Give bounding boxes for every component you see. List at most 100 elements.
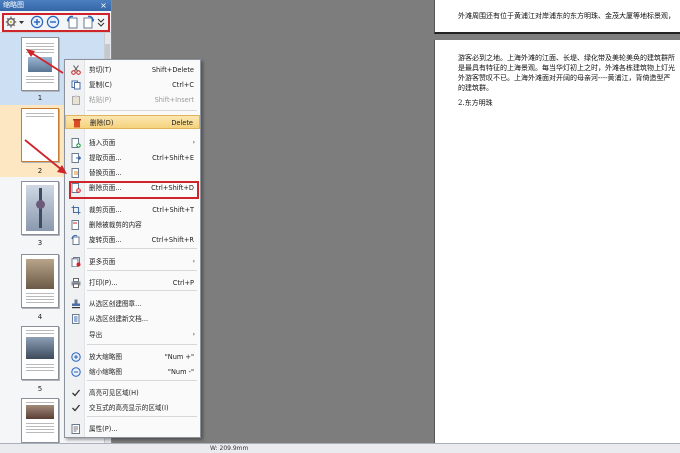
doc-para-line: 的建筑群。 [458,84,493,92]
menu-item-shortcut: "Num +" [164,353,194,361]
baidu-jingyan-watermark: Bai 经验 jingyan.baidu.com [518,384,668,440]
toolbar-highlight-box [2,13,110,32]
menu-item-1[interactable]: 剪切(T) Shift+Delete [65,63,200,77]
menu-item-shortcut: Shift+Delete [151,66,194,74]
submenu-arrow-icon: › [192,331,195,338]
menu-item-label: 交互式的高亮显示的区域(I) [89,404,169,412]
menu-item-5[interactable]: 插入页面 › [65,136,200,150]
menu-item-11[interactable]: 旋转页面... Ctrl+Shift+R [65,233,200,247]
menu-item-label: 裁剪页面... [89,206,122,214]
menu-item-7[interactable]: 替换页面... [65,166,200,180]
menu-item-label: 替换页面... [89,169,122,177]
menu-item-label: 高亮可见区域(H) [89,389,139,397]
menu-item-9[interactable]: 裁剪页面... Ctrl+Shift+T [65,203,200,217]
menu-item-label: 复制(C) [89,81,112,89]
extract-page-icon [71,153,82,163]
paste-icon [71,95,81,105]
menu-item-4[interactable]: 删除(D) Delete [65,115,200,129]
menu-item-16[interactable]: 导出 › [65,328,200,342]
doc-para-line: 外游客赞叹不已。上海外滩面对开阔的母亲河----黄浦江，背倚造型严 [458,74,671,82]
menu-item-14[interactable]: 从选区创建图章... [65,297,200,311]
zoom-in-icon [71,352,81,362]
menu-item-label: 放大缩略图 [89,353,122,361]
doc-para-line: 是最具有特征的上海景观。每当华灯初上之时，外滩各栋建筑物上灯光 [458,64,675,72]
watermark-logo: Bai 经验 [518,390,609,415]
status-bar: W: 209.9mm [0,443,680,453]
panel-title: 缩略图 [3,1,24,9]
doc-heading: 2.东方明珠 [458,99,493,107]
trash-icon [72,118,82,128]
panel-header: 缩略图 × [0,0,111,11]
thumbnail-page[interactable] [21,398,59,443]
watermark-url: jingyan.baidu.com [536,416,620,426]
stamp-icon [71,299,81,309]
menu-item-shortcut: Delete [171,119,193,127]
menu-item-shortcut: Ctrl+Shift+T [152,206,194,214]
menu-item-21[interactable]: 属性(P)... [65,422,200,436]
menu-item-15[interactable]: 从选区创建新文档... [65,312,200,326]
menu-separator [87,344,197,345]
menu-item-20[interactable]: 交互式的高亮显示的区域(I) [65,401,200,415]
menu-item-12[interactable]: 更多页面 › [65,255,200,269]
scissors-icon [71,65,81,75]
check-icon [71,403,81,413]
new-doc-icon [71,314,81,324]
thumbnail-context-menu: 剪切(T) Shift+Delete 复制(C) Ctrl+C 粘贴(P) Shift+I… [64,59,201,438]
menu-item-17[interactable]: 放大缩略图 "Num +" [65,350,200,364]
menu-item-2[interactable]: 复制(C) Ctrl+C [65,78,200,92]
menu-item-shortcut: Shift+Insert [154,96,194,104]
menu-item-label: 提取页面... [89,154,122,162]
remove-cropped-icon [71,220,81,230]
menu-item-shortcut: Ctrl+Shift+E [152,154,194,162]
menu-item-label: 插入页面 [89,139,116,147]
zoom-out-icon [71,367,81,377]
menu-item-shortcut: Ctrl+Shift+R [151,236,194,244]
current-page: 游客必到之地。上海外滩的江面、长堤、绿化带及美轮美奂的建筑群所 是最具有特征的上… [434,40,680,443]
doc-top-line: 外滩周围还有位于黄浦江对岸浦东的东方明珠、金茂大厦等地标景观， [458,12,675,20]
rotate-page-icon [71,234,81,245]
previous-page-bottom: 外滩周围还有位于黄浦江对岸浦东的东方明珠、金茂大厦等地标景观， [434,0,680,34]
thumbnail-page[interactable] [21,108,59,162]
menu-separator [87,416,197,417]
menu-item-label: 缩小缩略图 [89,368,122,376]
menu-item-18[interactable]: 缩小缩略图 "Num -" [65,365,200,379]
menu-item-10[interactable]: 删除被裁剪的内容 [65,218,200,232]
print-icon [71,278,81,288]
submenu-arrow-icon: › [192,139,195,146]
menu-separator [87,270,197,271]
page-width-readout: W: 209.9mm [210,445,249,452]
menu-item-shortcut: "Num -" [167,368,194,376]
replace-page-icon [71,168,81,178]
delete-page-highlight-box [69,181,199,199]
menu-separator [87,380,197,381]
thumbnail-page[interactable] [21,181,59,235]
insert-page-icon [71,138,81,148]
submenu-arrow-icon: › [192,258,195,265]
menu-item-6[interactable]: 提取页面... Ctrl+Shift+E [65,151,200,165]
menu-item-label: 更多页面 [89,258,116,266]
menu-separator [87,248,197,249]
menu-item-shortcut: Ctrl+C [172,81,194,89]
menu-item-label: 粘贴(P) [89,96,112,104]
menu-item-shortcut: Ctrl+P [172,279,194,287]
menu-item-19[interactable]: 高亮可见区域(H) [65,386,200,400]
menu-item-label: 删除(D) [90,119,114,127]
menu-item-label: 旋转页面... [89,236,122,244]
menu-item-label: 删除被裁剪的内容 [89,221,142,229]
check-icon [71,388,81,398]
menu-item-label: 从选区创建新文档... [89,315,149,323]
menu-item-label: 属性(P)... [89,425,118,433]
thumbnail-page[interactable] [21,254,59,308]
doc-para-line: 游客必到之地。上海外滩的江面、长堤、绿化带及美轮美奂的建筑群所 [458,54,675,62]
thumbnail-page[interactable] [21,37,59,91]
menu-item-13[interactable]: 打印(P)... Ctrl+P [65,276,200,290]
thumbnail-page[interactable] [21,326,59,380]
close-icon[interactable]: × [99,0,108,11]
menu-item-label: 剪切(T) [89,66,112,74]
menu-separator [87,290,197,291]
menu-separator [87,110,197,111]
copy-icon [71,80,81,90]
menu-item-3[interactable]: 粘贴(P) Shift+Insert [65,93,200,107]
menu-item-label: 导出 [89,331,103,339]
properties-icon [71,424,81,434]
